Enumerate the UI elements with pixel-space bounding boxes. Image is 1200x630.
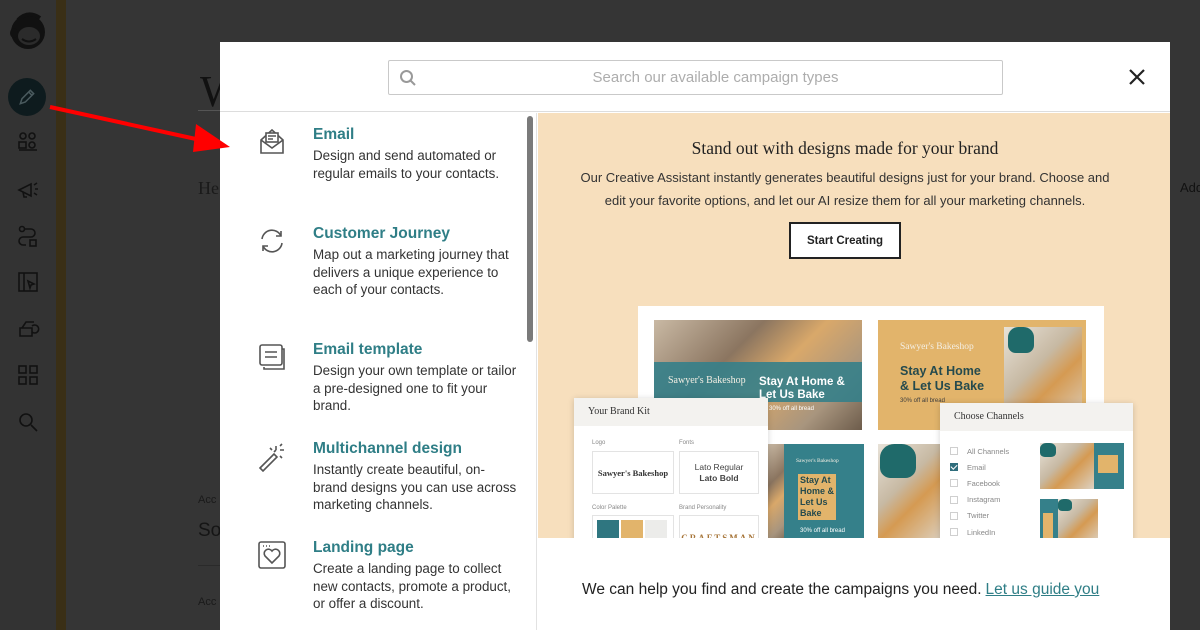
guide-prompt: We can help you find and create the camp… (582, 581, 1100, 598)
let-us-guide-you-link[interactable]: Let us guide you (986, 581, 1100, 598)
campaign-type-title: Landing page (313, 539, 414, 556)
brand-kit-logo: Sawyer's Bakeshop (592, 451, 674, 494)
campaign-type-email[interactable]: Email Design and send automated or regul… (220, 126, 520, 216)
preview-square-post: Sawyer's Bakeshop Stay At Home & Let Us … (768, 444, 864, 538)
magic-wand-icon (256, 440, 288, 473)
brand-kit-palette (592, 515, 674, 538)
campaign-type-email-template[interactable]: Email template Design your own template … (220, 341, 520, 431)
promo-title: Stand out with designs made for your bra… (691, 138, 999, 158)
preview-offer: 30% off all bread (900, 398, 945, 404)
campaign-type-list: Email Design and send automated or regul… (220, 113, 537, 630)
open-envelope-icon (256, 126, 288, 158)
channel-option: All Channels (950, 443, 1009, 459)
preview-photo-square (878, 444, 940, 538)
account-label-fragment: Acc (198, 494, 217, 506)
sidebar-item-automations[interactable] (14, 222, 42, 250)
campaign-type-description: Instantly create beautiful, on-brand des… (313, 462, 517, 512)
audience-icon (18, 132, 37, 151)
checkbox (950, 511, 958, 520)
start-creating-button[interactable]: Start Creating (789, 222, 901, 259)
campaign-type-title: Multichannel design (313, 440, 462, 457)
campaign-type-description: Design your own template or tailor a pre… (313, 363, 517, 413)
checkbox (950, 447, 958, 456)
page-subtitle-fragment: He (198, 178, 219, 198)
checkbox (950, 495, 958, 504)
brand-kit-title: Your Brand Kit (574, 398, 768, 426)
mailchimp-logo-icon[interactable] (4, 6, 52, 54)
content-icon (19, 321, 40, 337)
campaign-type-description: Map out a marketing journey that deliver… (313, 247, 509, 297)
preview-headline: Stay At Home & Let Us Bake (900, 364, 985, 393)
palette-swatch (597, 520, 619, 538)
app-sidebar (0, 0, 66, 630)
sidebar-item-search[interactable] (14, 408, 42, 436)
automation-path-icon (18, 225, 37, 247)
checkbox-checked (950, 463, 958, 472)
campaign-type-modal: Email Design and send automated or regul… (220, 42, 1170, 630)
campaign-search-input[interactable] (389, 61, 1002, 94)
channel-option: Instagram (950, 492, 1009, 508)
search-icon (19, 413, 38, 432)
checkbox (950, 479, 958, 488)
brand-kit-personality: CRAFTSMAN (679, 515, 759, 538)
campaign-type-landing-page[interactable]: Landing page Create a landing page to co… (220, 539, 520, 629)
preview-headline: Stay At Home & Let Us Bake (759, 376, 845, 401)
preview-offer: 30% off all bread (769, 406, 814, 412)
campaign-type-description: Design and send automated or regular ema… (313, 148, 500, 181)
campaign-type-multichannel-design[interactable]: Multichannel design Instantly create bea… (220, 440, 520, 530)
channel-preview-story (1040, 499, 1098, 538)
close-icon (1129, 69, 1145, 85)
channel-preview-wide (1040, 443, 1124, 489)
brand-kit-panel: Your Brand Kit Logo Sawyer's Bakeshop Fo… (574, 398, 768, 538)
channel-options: All Channels Email Facebook Instagram Tw… (950, 443, 1009, 538)
brand-kit-fonts: Lato Regular Lato Bold (679, 451, 759, 494)
channel-option: Facebook (950, 475, 1009, 491)
sidebar-item-website[interactable] (14, 268, 42, 296)
campaign-type-title: Email template (313, 341, 423, 358)
modal-footer: We can help you find and create the camp… (538, 538, 1170, 630)
campaign-type-title: Email (313, 126, 355, 143)
channel-option: Email (950, 459, 1009, 475)
cycle-arrows-icon (256, 225, 288, 257)
sidebar-item-create[interactable] (8, 78, 46, 116)
search-icon (399, 69, 417, 87)
campaign-type-title: Customer Journey (313, 225, 450, 242)
template-stack-icon (256, 341, 288, 373)
website-cursor-icon (18, 272, 38, 292)
sidebar-item-audience[interactable] (14, 128, 42, 156)
list-scrollbar[interactable] (527, 116, 533, 342)
account-label-fragment: Acc (198, 596, 217, 608)
sidebar-item-integrations[interactable] (14, 361, 42, 389)
pencil-icon (19, 89, 35, 105)
preview-brand-name: Sawyer's Bakeshop (668, 375, 746, 386)
preview-headline: Stay At Home & Let Us Bake (798, 474, 837, 520)
promo-description: Our Creative Assistant instantly generat… (580, 170, 1110, 208)
sidebar-item-campaigns[interactable] (14, 174, 42, 202)
channel-option: Twitter (950, 508, 1009, 524)
creative-assistant-promo: Stand out with designs made for your bra… (538, 113, 1170, 538)
preview-brand-name: Sawyer's Bakeshop (900, 342, 974, 352)
sidebar-item-content[interactable] (14, 314, 42, 342)
choose-channels-title: Choose Channels (940, 403, 1133, 431)
modal-header (220, 42, 1170, 112)
checkbox (950, 528, 958, 537)
sidebar-accent-bar (56, 0, 66, 630)
megaphone-icon (17, 182, 38, 198)
campaign-type-description: Create a landing page to collect new con… (313, 561, 511, 611)
campaign-type-customer-journey[interactable]: Customer Journey Map out a marketing jou… (220, 225, 520, 325)
choose-channels-panel: Choose Channels All Channels Email Faceb… (940, 403, 1133, 538)
account-value-fragment: So (198, 520, 222, 541)
channel-option: LinkedIn (950, 524, 1009, 538)
landing-page-heart-icon (256, 539, 288, 571)
close-button[interactable] (1126, 66, 1148, 88)
campaign-search-field[interactable] (388, 60, 1003, 95)
grid-icon (18, 365, 38, 385)
palette-swatch (645, 520, 667, 538)
palette-swatch (621, 520, 643, 538)
add-link-fragment: Add (1180, 180, 1200, 195)
